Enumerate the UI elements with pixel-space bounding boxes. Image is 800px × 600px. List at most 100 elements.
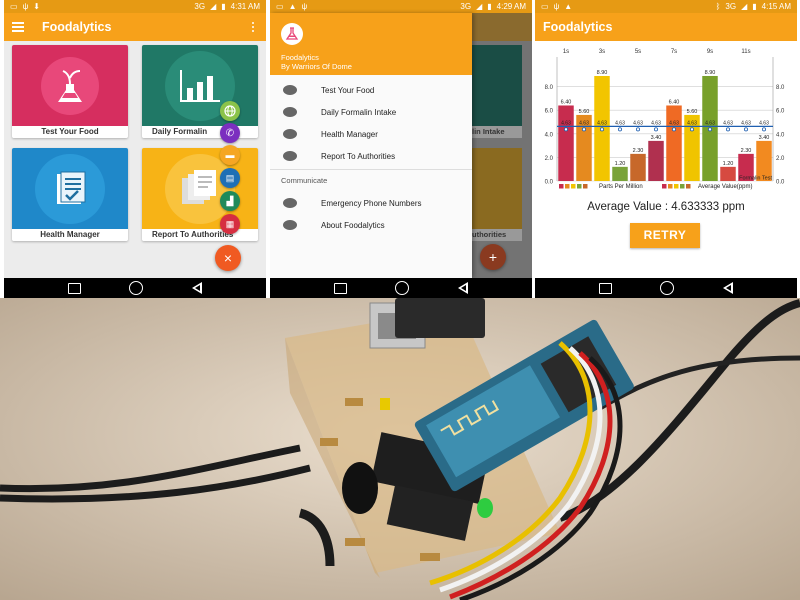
average-point xyxy=(689,127,694,132)
notification-icon: ▭ xyxy=(541,2,549,11)
item-icon xyxy=(283,151,297,161)
web-icon[interactable] xyxy=(220,101,240,121)
circuit-board-photo xyxy=(0,298,800,600)
x-tick-label: 11s xyxy=(741,49,750,55)
average-point xyxy=(761,127,766,132)
x-tick-label: 1s xyxy=(563,49,569,55)
drawer-section-header: Communicate xyxy=(270,169,472,192)
signal-icon: ◢ xyxy=(741,2,748,11)
average-point-label: 4.63 xyxy=(651,120,661,126)
formalin-chart: 0.0 0.0 2.0 2.0 4.0 4.0 6.0 6.0 8.0 8.0 6.40 4.63 5.… xyxy=(545,49,785,190)
card-icon[interactable]: ▬ xyxy=(220,145,240,165)
back-icon[interactable] xyxy=(457,282,468,294)
y-tick-label-right: 8.0 xyxy=(776,85,785,91)
bar-value-label: 8.90 xyxy=(705,70,716,76)
battery-icon: ▮ xyxy=(752,2,757,11)
close-fab-button[interactable]: × xyxy=(215,245,241,271)
back-icon[interactable] xyxy=(722,282,733,294)
tile-label: Health Manager xyxy=(12,229,128,241)
legend-swatch xyxy=(680,184,685,189)
battery-icon: ▮ xyxy=(487,2,492,11)
bar-value-label: 8.90 xyxy=(597,70,608,76)
average-point xyxy=(707,127,712,132)
average-point-label: 4.63 xyxy=(687,120,697,126)
phone-icon[interactable]: ✆ xyxy=(220,123,240,143)
status-bar: ▭ ▲ ψ 3G ◢ ▮ 4:29 AM xyxy=(270,0,532,13)
tile-daily-formalin[interactable]: Daily Formalin xyxy=(142,45,258,138)
overflow-menu-icon[interactable] xyxy=(252,22,254,32)
tile-test-your-food[interactable]: Test Your Food xyxy=(12,45,128,138)
bar xyxy=(558,105,574,181)
average-point xyxy=(636,127,641,132)
average-point xyxy=(618,127,623,132)
drawer-item-label: Test Your Food xyxy=(321,85,375,95)
y-tick-label-right: 6.0 xyxy=(776,109,785,115)
drawer-item-about-foodalytics[interactable]: About Foodalytics xyxy=(270,214,472,236)
calculator-icon[interactable]: ▦ xyxy=(220,214,240,234)
y-tick-label-right: 2.0 xyxy=(776,156,785,162)
legend-swatch xyxy=(686,184,691,189)
y-tick-label-left: 0.0 xyxy=(545,180,554,186)
usb-icon: ψ xyxy=(301,2,308,11)
recents-icon[interactable] xyxy=(599,282,613,294)
clock: 4:29 AM xyxy=(496,2,526,11)
bar-value-label: 1.20 xyxy=(723,161,734,167)
chart-icon[interactable]: ▟ xyxy=(220,191,240,211)
app-bar: Foodalytics xyxy=(535,13,797,41)
home-icon[interactable] xyxy=(129,281,144,295)
drawer-item-report-to-authorities[interactable]: Report To Authorities xyxy=(270,145,472,167)
drawer-item-daily-formalin-intake[interactable]: Daily Formalin Intake xyxy=(270,101,472,123)
drawer-item-health-manager[interactable]: Health Manager xyxy=(270,123,472,145)
recents-icon[interactable] xyxy=(68,282,82,294)
bar-value-label: 5.60 xyxy=(579,109,590,115)
home-icon[interactable] xyxy=(660,281,675,295)
dimmed-fab: + xyxy=(480,244,506,270)
home-icon[interactable] xyxy=(395,281,410,295)
average-point-label: 4.63 xyxy=(597,120,607,126)
bar-value-label: 2.30 xyxy=(741,148,752,154)
legend-swatch xyxy=(583,184,588,189)
system-nav-bar xyxy=(270,278,532,298)
item-icon xyxy=(283,85,297,95)
document-check-icon xyxy=(35,153,105,224)
average-point-label: 4.63 xyxy=(579,120,589,126)
bar-value-label: 3.40 xyxy=(759,135,770,141)
bluetooth-icon: ᛒ xyxy=(715,2,721,11)
drawer-item-label: Emergency Phone Numbers xyxy=(321,198,422,208)
drawer-header: Foodalytics By Warriors Of Dome xyxy=(270,13,472,75)
average-point-label: 4.63 xyxy=(633,120,643,126)
scrim[interactable]: lin Intake uthorities + xyxy=(472,13,532,278)
y-tick-label-left: 6.0 xyxy=(545,109,554,115)
flask-plant-icon xyxy=(41,56,99,115)
document-icon[interactable]: ▤ xyxy=(220,168,240,188)
drawer-subtitle: By Warriors Of Dome xyxy=(281,62,352,71)
bar-value-label: 6.40 xyxy=(561,99,572,105)
y-tick-label-left: 4.0 xyxy=(545,132,554,138)
tile-report-to-authorities[interactable]: Report To Authorities xyxy=(142,148,258,241)
tile-art xyxy=(142,45,258,126)
bar xyxy=(630,153,646,181)
legend-label: Parts Per Million xyxy=(599,184,643,190)
x-tick-label: 3s xyxy=(599,49,605,55)
recents-icon[interactable] xyxy=(334,282,348,294)
drawer-item-label: About Foodalytics xyxy=(321,220,385,230)
hardware-photo xyxy=(0,298,800,600)
y-tick-label-right: 0.0 xyxy=(776,180,785,186)
home-screen: ▭ ψ ⬇ 3G ◢ ▮ 4:31 AM Foodalytics Test Your Fo… xyxy=(4,0,266,298)
navigation-drawer: Foodalytics By Warriors Of Dome Test You… xyxy=(270,13,472,278)
back-icon[interactable] xyxy=(191,282,202,294)
signal-icon: ◢ xyxy=(210,2,217,11)
download-icon: ⬇ xyxy=(33,2,40,11)
item-icon xyxy=(283,220,297,230)
menu-icon[interactable] xyxy=(12,22,24,32)
bar xyxy=(612,166,628,181)
tile-label: Test Your Food xyxy=(12,126,128,138)
legend-swatch xyxy=(577,184,582,189)
tile-label: Daily Formalin xyxy=(142,126,258,138)
drawer-item-test-your-food[interactable]: Test Your Food xyxy=(270,79,472,101)
item-icon xyxy=(283,107,297,117)
x-tick-label: 9s xyxy=(707,49,713,55)
retry-button[interactable]: RETRY xyxy=(630,223,700,248)
drawer-item-emergency-phone-numbers[interactable]: Emergency Phone Numbers xyxy=(270,192,472,214)
tile-health-manager[interactable]: Health Manager xyxy=(12,148,128,241)
